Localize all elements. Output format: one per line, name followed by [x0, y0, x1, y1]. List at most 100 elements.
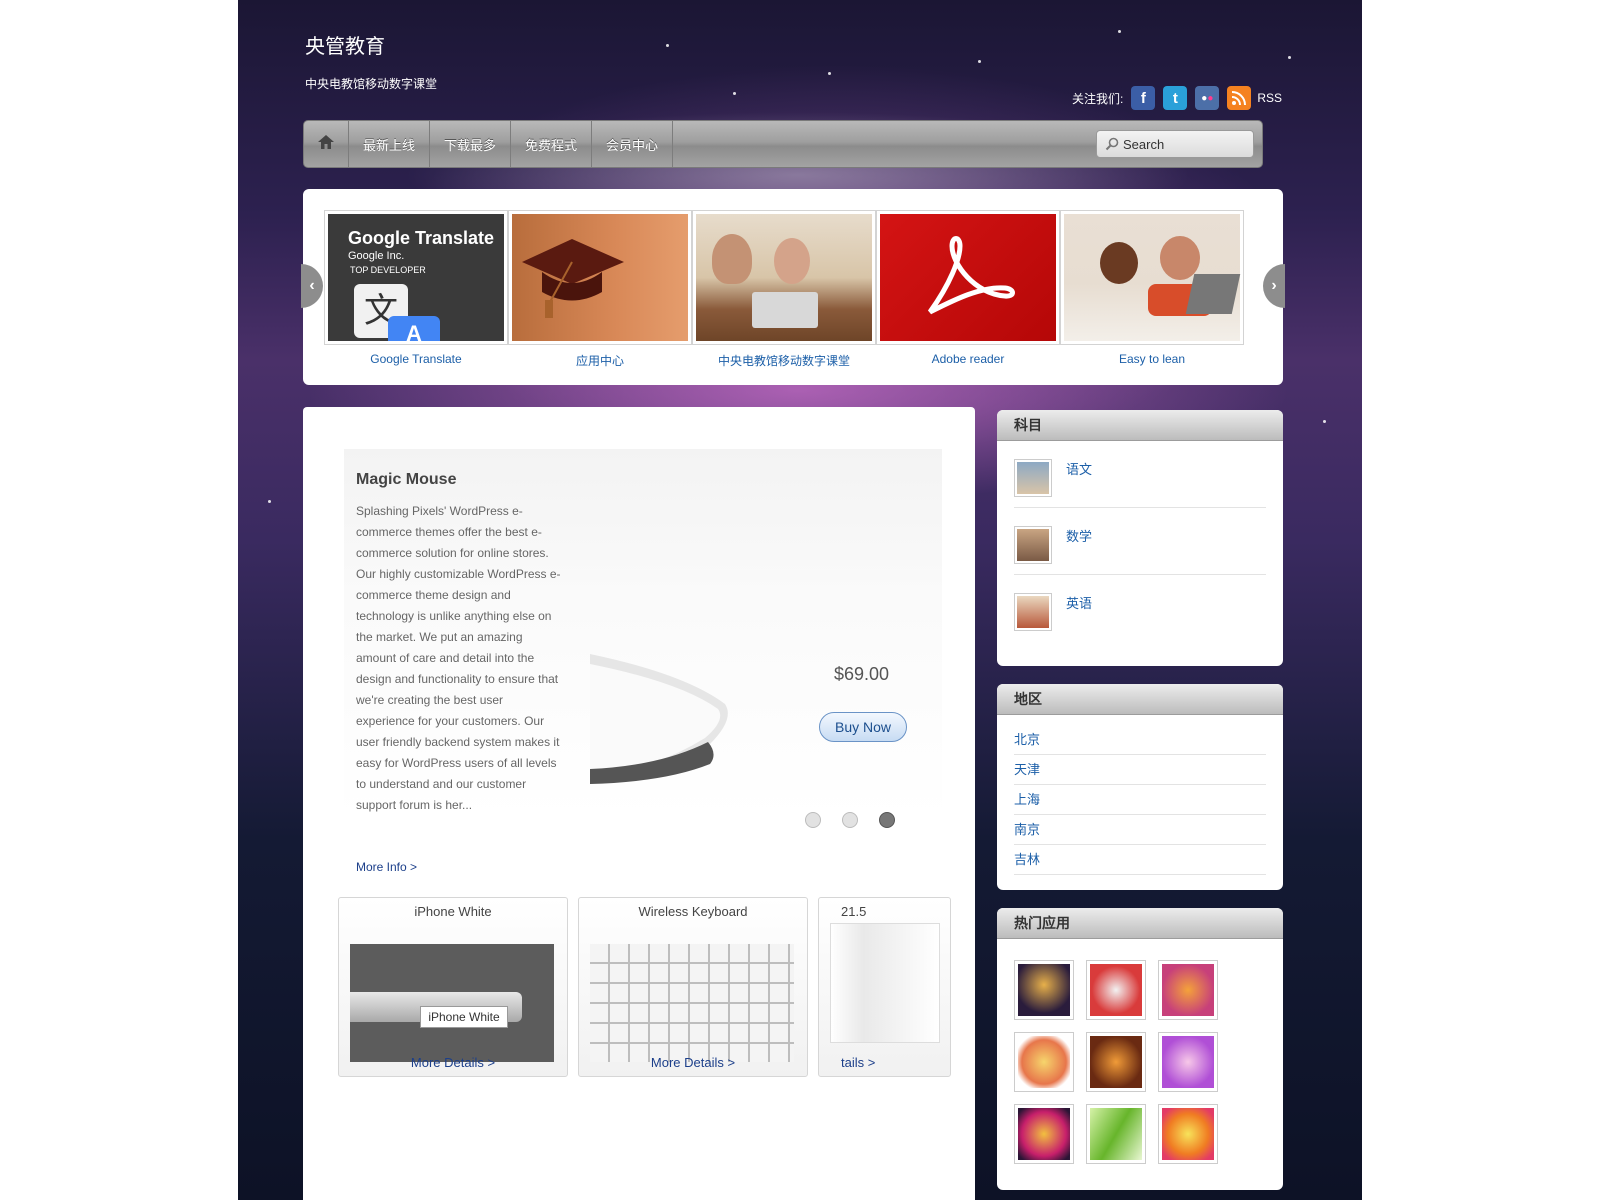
google-translate-image-badge: TOP DEVELOPER	[350, 265, 426, 275]
google-translate-image-publisher: Google Inc.	[348, 250, 405, 262]
main-content: Magic Mouse Splashing Pixels' WordPress …	[303, 407, 975, 1200]
star-decoration	[1288, 56, 1291, 59]
app-thumbnail[interactable]	[1014, 1104, 1074, 1164]
app-thumbnail[interactable]	[1158, 960, 1218, 1020]
slider-dot-active[interactable]	[879, 812, 895, 828]
featured-carousel: ‹ › Google Translate Google Inc. TOP DEV…	[301, 189, 1285, 385]
regions-widget-title: 地区	[997, 684, 1283, 715]
app-thumbnail[interactable]	[1158, 1104, 1218, 1164]
featured-product-slider: Magic Mouse Splashing Pixels' WordPress …	[344, 449, 942, 828]
more-details-link[interactable]: More Details >	[579, 1055, 807, 1070]
product-price: $69.00	[834, 664, 890, 684]
app-thumbnail[interactable]	[1158, 1032, 1218, 1092]
subject-thumbnail	[1014, 526, 1052, 564]
star-decoration	[978, 60, 981, 63]
wireless-keyboard-image	[590, 944, 794, 1062]
rss-link[interactable]: RSS	[1257, 91, 1282, 105]
carousel-caption[interactable]: 中央电教馆移动数字课堂	[691, 352, 877, 369]
imac-image	[830, 923, 940, 1043]
region-link[interactable]: 北京	[1014, 725, 1266, 755]
iphone-image-label: iPhone White	[420, 1006, 508, 1028]
slider-dot[interactable]	[805, 812, 821, 828]
slide-description: Splashing Pixels' WordPress e-commerce t…	[356, 504, 561, 812]
subject-link[interactable]: 英语	[1066, 593, 1092, 612]
carousel-item[interactable]	[1060, 210, 1244, 345]
carousel-next-button[interactable]: ›	[1263, 264, 1285, 308]
carousel-item[interactable]	[692, 210, 876, 345]
app-thumbnail[interactable]	[1086, 1032, 1146, 1092]
star-decoration	[1118, 30, 1121, 33]
subject-thumbnail	[1014, 593, 1052, 631]
subject-link[interactable]: 语文	[1066, 459, 1092, 478]
app-thumbnail[interactable]	[1014, 960, 1074, 1020]
buy-now-button[interactable]: Buy Now	[819, 712, 907, 742]
subject-item[interactable]: 语文	[1014, 441, 1266, 508]
search-input[interactable]	[1123, 136, 1243, 152]
google-translate-image: Google Translate Google Inc. TOP DEVELOP…	[328, 214, 504, 341]
star-decoration	[1323, 420, 1326, 423]
popular-apps-widget: 热门应用	[997, 908, 1283, 1190]
region-link[interactable]: 天津	[1014, 755, 1266, 785]
nav-item-most-downloaded[interactable]: 下载最多	[430, 121, 512, 167]
product-name[interactable]: 21.5	[819, 904, 950, 919]
more-details-link[interactable]: tails >	[819, 1055, 950, 1070]
twitter-icon[interactable]: t	[1163, 86, 1188, 110]
subject-thumbnail	[1014, 459, 1052, 497]
site-description: 中央电教馆移动数字课堂	[305, 77, 438, 91]
slider-dot[interactable]	[842, 812, 858, 828]
app-thumbnail[interactable]	[1014, 1032, 1074, 1092]
facebook-icon[interactable]: f	[1131, 86, 1156, 110]
translate-icon-accent: A	[388, 316, 440, 341]
region-link[interactable]: 吉林	[1014, 845, 1266, 875]
carousel-item[interactable]	[508, 210, 692, 345]
star-decoration	[733, 92, 736, 95]
slide-title[interactable]: Magic Mouse	[356, 471, 456, 489]
carousel-prev-button[interactable]: ‹	[301, 264, 323, 308]
subjects-widget-title: 科目	[997, 410, 1283, 441]
carousel-caption[interactable]: Google Translate	[323, 352, 509, 366]
subjects-widget: 科目 语文 数学 英语	[997, 410, 1283, 666]
more-info-link[interactable]: More Info >	[356, 860, 417, 874]
site-title[interactable]: 央管教育	[305, 30, 385, 59]
search-box	[1096, 130, 1254, 158]
iphone-white-image: iPhone White	[350, 944, 554, 1062]
popular-apps-grid	[997, 939, 1283, 1164]
popular-apps-widget-title: 热门应用	[997, 908, 1283, 939]
subject-item[interactable]: 数学	[1014, 508, 1266, 575]
students-studying-image	[696, 214, 872, 341]
carousel-item[interactable]	[876, 210, 1060, 345]
search-icon	[1105, 137, 1119, 151]
subject-link[interactable]: 数学	[1066, 526, 1092, 545]
more-details-link[interactable]: More Details >	[339, 1055, 567, 1070]
flickr-icon[interactable]: ● ●	[1195, 86, 1220, 110]
product-card[interactable]: iPhone White iPhone White More Details >	[338, 897, 568, 1077]
product-card[interactable]: Wireless Keyboard More Details >	[578, 897, 808, 1077]
nav-item-free-apps[interactable]: 免费程式	[511, 121, 593, 167]
main-navigation: 最新上线 下载最多 免费程式 会员中心	[303, 120, 1263, 168]
subject-item[interactable]: 英语	[1014, 575, 1266, 641]
social-follow: 关注我们: f t ● ● RSS	[1072, 86, 1282, 110]
rss-icon[interactable]	[1227, 86, 1252, 110]
product-name[interactable]: Wireless Keyboard	[579, 904, 807, 919]
product-name[interactable]: iPhone White	[339, 904, 567, 919]
carousel-item[interactable]: Google Translate Google Inc. TOP DEVELOP…	[324, 210, 508, 345]
carousel-caption[interactable]: 应用中心	[507, 352, 693, 369]
nav-item-member-center[interactable]: 会员中心	[592, 121, 674, 167]
follow-label: 关注我们:	[1071, 91, 1124, 106]
home-icon	[317, 134, 335, 155]
app-thumbnail[interactable]	[1086, 1104, 1146, 1164]
star-decoration	[666, 44, 669, 47]
nav-home[interactable]	[304, 121, 349, 167]
magic-mouse-image	[590, 654, 740, 784]
carousel-caption[interactable]: Easy to lean	[1059, 352, 1245, 366]
regions-widget: 地区 北京 天津 上海 南京 吉林	[997, 684, 1283, 890]
nav-item-newest[interactable]: 最新上线	[349, 121, 431, 167]
app-thumbnail[interactable]	[1086, 960, 1146, 1020]
region-link[interactable]: 上海	[1014, 785, 1266, 815]
page-background: 央管教育 中央电教馆移动数字课堂 关注我们: f t ● ● RSS 最新上线 下…	[238, 0, 1362, 1200]
graduation-cap-image	[512, 214, 688, 341]
star-decoration	[268, 500, 271, 503]
product-card[interactable]: 21.5 tails >	[818, 897, 951, 1077]
region-link[interactable]: 南京	[1014, 815, 1266, 845]
carousel-caption[interactable]: Adobe reader	[875, 352, 1061, 366]
